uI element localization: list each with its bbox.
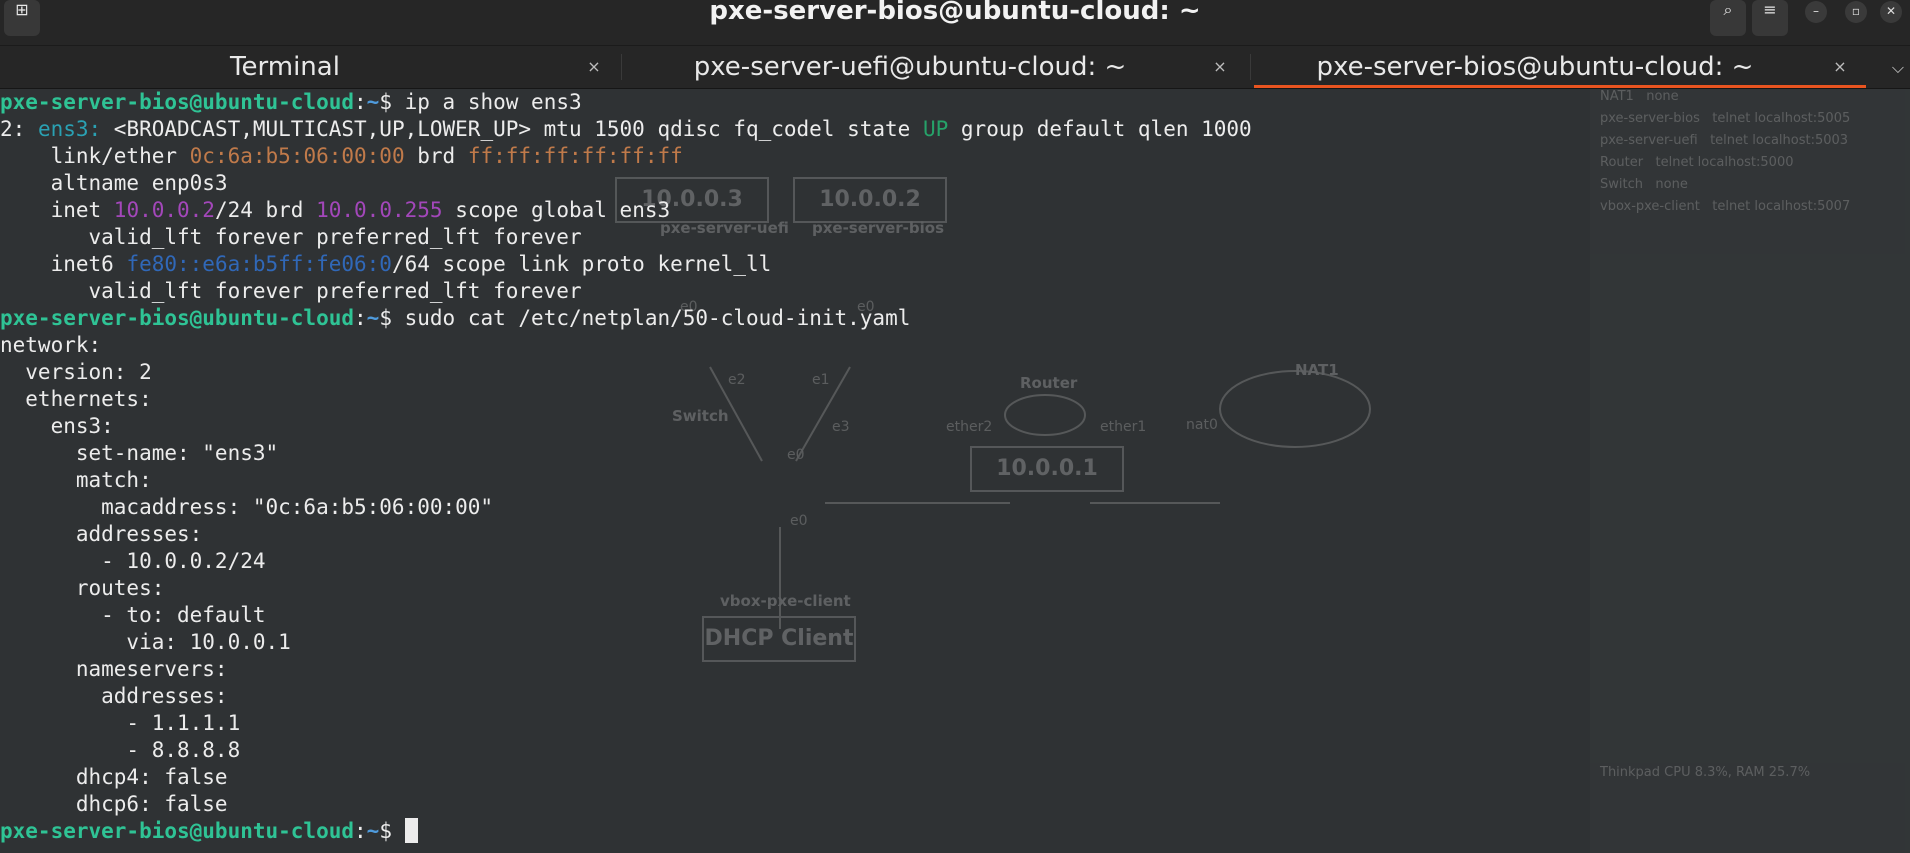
yaml-line: - to: default bbox=[0, 603, 266, 627]
output-line: altname enp0s3 bbox=[0, 171, 228, 195]
window-title: pxe-server-bios@ubuntu-cloud: ~ bbox=[709, 0, 1201, 26]
title-bar: ⊞ pxe-server-bios@ubuntu-cloud: ~ ⌕ ≡ – … bbox=[0, 0, 1910, 46]
yaml-line: dhcp6: false bbox=[0, 792, 228, 816]
output-line: inet 10.0.0.2/24 brd 10.0.0.255 scope gl… bbox=[0, 198, 671, 222]
tab-pxe-server-uefi[interactable]: pxe-server-uefi@ubuntu-cloud: ~ × bbox=[624, 46, 1246, 88]
broadcast-mac: ff:ff:ff:ff:ff:ff bbox=[467, 144, 683, 168]
ipv6-address: fe80::e6a:b5ff:fe06:0 bbox=[126, 252, 392, 276]
command-text: sudo cat /etc/netplan/50-cloud-init.yaml bbox=[391, 306, 911, 330]
yaml-line: version: 2 bbox=[0, 360, 152, 384]
interface-state: UP bbox=[922, 117, 949, 141]
mac-address: 0c:6a:b5:06:00:00 bbox=[189, 144, 405, 168]
yaml-line: addresses: bbox=[0, 684, 228, 708]
command-line: pxe-server-bios@ubuntu-cloud:~$ ip a sho… bbox=[0, 89, 1590, 116]
yaml-line: via: 10.0.0.1 bbox=[0, 630, 291, 654]
tab-label: pxe-server-uefi@ubuntu-cloud: ~ bbox=[693, 52, 1127, 82]
prompt-user-host: pxe-server-bios@ubuntu-cloud bbox=[0, 306, 355, 330]
command-text: ip a show ens3 bbox=[391, 90, 582, 114]
prompt-path: ~ bbox=[366, 306, 380, 330]
yaml-line: set-name: "ens3" bbox=[0, 441, 279, 465]
ipv4-broadcast: 10.0.0.255 bbox=[316, 198, 443, 222]
prompt-sign: $ bbox=[379, 90, 392, 114]
maximize-button[interactable]: ▫ bbox=[1845, 1, 1867, 23]
yaml-line: macaddress: "0c:6a:b5:06:00:00" bbox=[0, 495, 494, 519]
yaml-line: nameservers: bbox=[0, 657, 228, 681]
yaml-line: dhcp4: false bbox=[0, 765, 228, 789]
tab-label: pxe-server-bios@ubuntu-cloud: ~ bbox=[1316, 52, 1754, 82]
output-line: valid_lft forever preferred_lft forever bbox=[0, 279, 582, 303]
close-tab-icon[interactable]: × bbox=[582, 46, 606, 88]
prompt-user-host: pxe-server-bios@ubuntu-cloud bbox=[0, 90, 355, 114]
yaml-line: - 1.1.1.1 bbox=[0, 711, 241, 735]
tab-overflow-icon[interactable]: ⌵ bbox=[1892, 58, 1904, 78]
prompt-sep: : bbox=[354, 306, 367, 330]
tab-pxe-server-bios[interactable]: pxe-server-bios@ubuntu-cloud: ~ × bbox=[1254, 46, 1866, 88]
minimize-button[interactable]: – bbox=[1805, 1, 1827, 23]
yaml-line: - 8.8.8.8 bbox=[0, 738, 241, 762]
search-icon[interactable]: ⌕ bbox=[1710, 0, 1746, 36]
command-line: pxe-server-bios@ubuntu-cloud:~$ sudo cat… bbox=[0, 305, 1590, 332]
close-button[interactable]: ✕ bbox=[1880, 1, 1902, 23]
output-line: valid_lft forever preferred_lft forever bbox=[0, 225, 582, 249]
node-row: Router telnet localhost:5000 bbox=[1600, 155, 1794, 170]
output-line: inet6 fe80::e6a:b5ff:fe06:0/64 scope lin… bbox=[0, 252, 772, 276]
tab-bar: Terminal × pxe-server-uefi@ubuntu-cloud:… bbox=[0, 46, 1910, 89]
node-row: NAT1 none bbox=[1600, 89, 1679, 104]
tab-terminal[interactable]: Terminal × bbox=[0, 46, 620, 88]
terminal-output[interactable]: pxe-server-bios@ubuntu-cloud:~$ ip a sho… bbox=[0, 89, 1590, 845]
prompt-sign: $ bbox=[379, 819, 392, 843]
ipv4-address: 10.0.0.2 bbox=[113, 198, 215, 222]
interface-name: ens3: bbox=[37, 117, 102, 141]
prompt-path: ~ bbox=[366, 90, 380, 114]
yaml-line: addresses: bbox=[0, 522, 203, 546]
prompt-sep: : bbox=[354, 819, 367, 843]
yaml-line: routes: bbox=[0, 576, 165, 600]
close-tab-icon[interactable]: × bbox=[1208, 46, 1232, 88]
output-line: 2: ens3: <BROADCAST,MULTICAST,UP,LOWER_U… bbox=[0, 117, 1252, 141]
node-row: pxe-server-uefi telnet localhost:5003 bbox=[1600, 133, 1849, 148]
yaml-line: ens3: bbox=[0, 414, 114, 438]
prompt-sign: $ bbox=[379, 306, 392, 330]
text-cursor bbox=[404, 818, 418, 843]
yaml-line: network: bbox=[0, 333, 102, 357]
hamburger-menu-icon[interactable]: ≡ bbox=[1752, 0, 1788, 36]
node-row: pxe-server-bios telnet localhost:5005 bbox=[1600, 111, 1851, 126]
tab-divider bbox=[1250, 54, 1251, 80]
close-tab-icon[interactable]: × bbox=[1828, 46, 1852, 88]
yaml-line: ethernets: bbox=[0, 387, 152, 411]
yaml-line: - 10.0.0.2/24 bbox=[0, 549, 266, 573]
status-row: Thinkpad CPU 8.3%, RAM 25.7% bbox=[1600, 765, 1811, 780]
node-row: vbox-pxe-client telnet localhost:5007 bbox=[1600, 199, 1851, 214]
tab-label: Terminal bbox=[230, 52, 340, 82]
node-row: Switch none bbox=[1600, 177, 1688, 192]
prompt-user-host: pxe-server-bios@ubuntu-cloud bbox=[0, 819, 355, 843]
tab-divider bbox=[621, 54, 622, 80]
yaml-line: match: bbox=[0, 468, 152, 492]
output-line: link/ether 0c:6a:b5:06:00:00 brd ff:ff:f… bbox=[0, 144, 683, 168]
prompt-path: ~ bbox=[366, 819, 380, 843]
command-line[interactable]: pxe-server-bios@ubuntu-cloud:~$ bbox=[0, 818, 1590, 845]
prompt-sep: : bbox=[354, 90, 367, 114]
